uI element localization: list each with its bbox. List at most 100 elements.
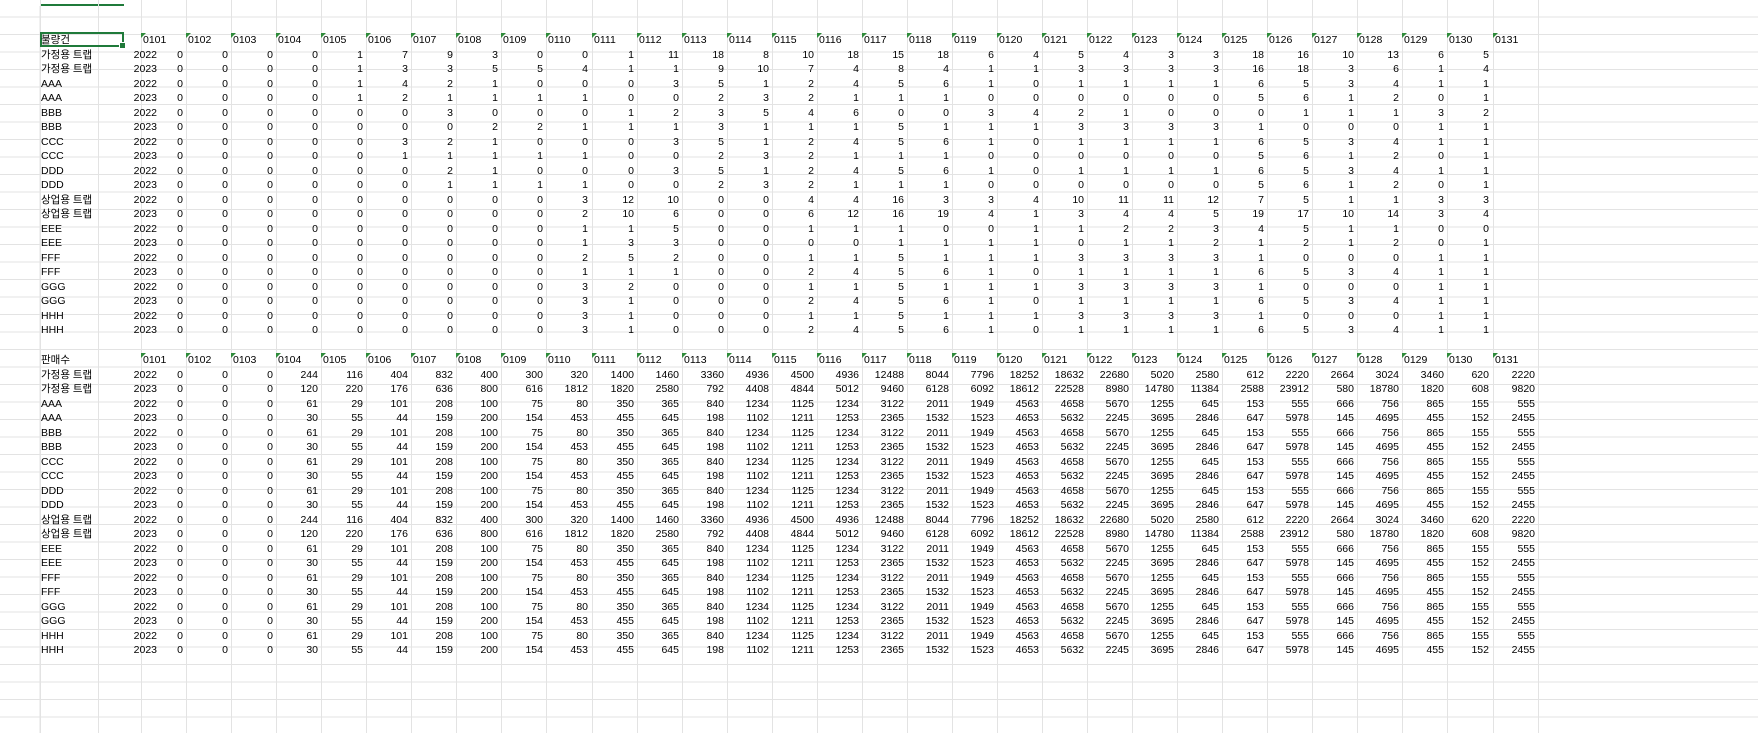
data-cell[interactable]: 0 [1402,222,1444,237]
column-header-0111[interactable]: 0111 [592,33,616,48]
data-cell[interactable]: 350 [592,600,634,615]
data-cell[interactable]: 0 [231,294,273,309]
data-cell[interactable]: 198 [682,440,724,455]
data-cell[interactable]: 2220 [1493,368,1535,383]
data-cell[interactable]: 0 [276,280,318,295]
data-cell[interactable]: 152 [1447,411,1489,426]
data-cell[interactable]: 0 [501,207,543,222]
data-cell[interactable]: 208 [411,426,453,441]
data-cell[interactable]: 645 [1177,426,1219,441]
data-cell[interactable]: 0 [186,280,228,295]
data-cell[interactable]: 455 [592,585,634,600]
column-header-0108[interactable]: 0108 [456,33,481,48]
data-cell[interactable]: 2455 [1493,556,1535,571]
data-cell[interactable]: 5670 [1087,397,1129,412]
data-cell[interactable]: 3 [1177,222,1219,237]
data-cell[interactable]: 4 [1087,207,1129,222]
data-cell[interactable]: 0 [231,251,273,266]
data-cell[interactable]: 666 [1312,397,1354,412]
data-cell[interactable]: 0 [366,323,408,338]
data-cell[interactable]: 1234 [727,571,769,586]
data-cell[interactable]: 11 [1132,193,1174,208]
data-cell[interactable]: 6 [1357,62,1399,77]
data-cell[interactable]: 0 [321,135,363,150]
data-cell[interactable]: 2846 [1177,614,1219,629]
data-cell[interactable]: 4653 [997,498,1039,513]
data-cell[interactable]: 220 [321,527,363,542]
data-cell[interactable]: 5012 [817,527,859,542]
data-cell[interactable]: 3 [1087,309,1129,324]
column-header-0114[interactable]: 0114 [727,353,752,368]
data-cell[interactable]: 840 [682,600,724,615]
data-cell[interactable]: 3 [1447,193,1489,208]
data-cell[interactable]: 1 [1447,135,1489,150]
data-cell[interactable]: 3 [1132,251,1174,266]
data-cell[interactable]: 0 [366,265,408,280]
data-cell[interactable]: 5670 [1087,629,1129,644]
data-cell[interactable]: 840 [682,455,724,470]
data-cell[interactable]: 0 [186,600,228,615]
data-cell[interactable]: 18780 [1357,382,1399,397]
data-cell[interactable]: 2846 [1177,469,1219,484]
data-cell[interactable]: 455 [1402,440,1444,455]
data-cell[interactable]: 4653 [997,440,1039,455]
data-cell[interactable]: 0 [186,91,228,106]
column-header-0105[interactable]: 0105 [321,33,346,48]
data-cell[interactable]: 145 [1312,411,1354,426]
data-cell[interactable]: 3360 [682,368,724,383]
data-cell[interactable]: 1255 [1132,629,1174,644]
data-cell[interactable]: 1 [727,77,769,92]
data-cell[interactable]: 2 [1132,222,1174,237]
data-cell[interactable]: 0 [231,265,273,280]
data-cell[interactable]: 5 [1222,178,1264,193]
data-cell[interactable]: 7796 [952,368,994,383]
data-cell[interactable]: 645 [637,440,679,455]
data-cell[interactable]: 1234 [727,600,769,615]
data-cell[interactable]: 2 [1042,106,1084,121]
data-cell[interactable]: 3 [1312,77,1354,92]
data-cell[interactable]: 16 [862,207,904,222]
data-cell[interactable]: 840 [682,484,724,499]
column-header-0123[interactable]: 0123 [1132,33,1157,48]
data-cell[interactable]: 0 [141,48,183,63]
data-cell[interactable]: 1 [546,265,588,280]
data-cell[interactable]: 2245 [1087,469,1129,484]
data-cell[interactable]: 3 [1042,120,1084,135]
data-cell[interactable]: 80 [546,455,588,470]
data-cell[interactable]: 0 [456,207,498,222]
data-cell[interactable]: 19 [907,207,949,222]
data-cell[interactable]: 0 [321,106,363,121]
data-cell[interactable]: 0 [141,178,183,193]
data-cell[interactable]: 0 [231,513,273,528]
data-cell[interactable]: 3 [1132,48,1174,63]
data-cell[interactable]: 1211 [772,585,814,600]
data-cell[interactable]: 0 [321,178,363,193]
data-cell[interactable]: 1 [1087,265,1129,280]
data-cell[interactable]: 29 [321,571,363,586]
data-cell[interactable]: 645 [1177,484,1219,499]
column-header-0110[interactable]: 0110 [546,353,571,368]
data-cell[interactable]: 1 [817,178,859,193]
data-cell[interactable]: 0 [186,469,228,484]
data-cell[interactable]: 16 [1222,62,1264,77]
data-cell[interactable]: 0 [1402,91,1444,106]
data-cell[interactable]: 555 [1267,629,1309,644]
data-cell[interactable]: 1211 [772,440,814,455]
data-cell[interactable]: 2 [772,164,814,179]
data-cell[interactable]: 61 [276,629,318,644]
data-cell[interactable]: 0 [276,265,318,280]
data-cell[interactable]: 159 [411,469,453,484]
data-cell[interactable]: 2245 [1087,643,1129,658]
data-cell[interactable]: 30 [276,440,318,455]
data-cell[interactable]: 23912 [1267,527,1309,542]
data-cell[interactable]: 100 [456,397,498,412]
data-cell[interactable]: 865 [1402,484,1444,499]
data-cell[interactable]: 0 [186,178,228,193]
data-cell[interactable]: 1234 [817,629,859,644]
data-cell[interactable]: 5 [862,77,904,92]
data-cell[interactable]: 4695 [1357,643,1399,658]
data-cell[interactable]: 320 [546,513,588,528]
data-cell[interactable]: 756 [1357,455,1399,470]
data-cell[interactable]: 1 [817,280,859,295]
data-cell[interactable]: 1234 [817,397,859,412]
